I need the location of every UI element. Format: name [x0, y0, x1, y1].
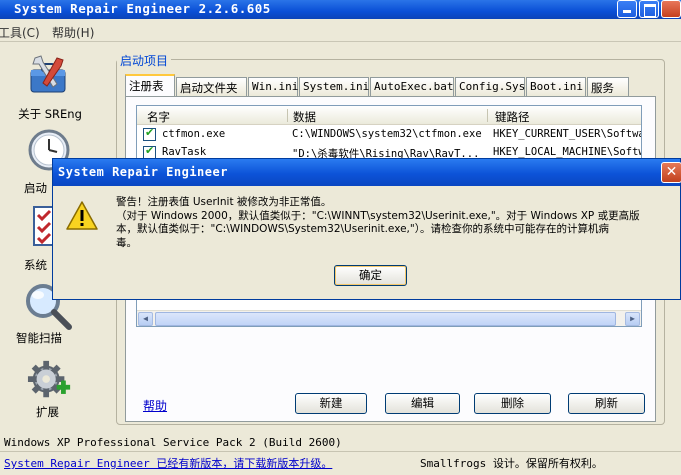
dialog-message-line: 警告！注册表值 UserInit 被修改为非正常值。: [116, 196, 332, 208]
menu-help[interactable]: 帮助(H): [52, 24, 94, 41]
new-button[interactable]: 新建: [295, 393, 367, 414]
warning-icon: [66, 201, 98, 230]
refresh-button[interactable]: 刷新: [568, 393, 645, 414]
row-name: RavTask: [162, 146, 207, 158]
nav-extension[interactable]: 扩展: [10, 358, 90, 422]
list-header: 名字 数据 键路径: [137, 106, 641, 125]
window-title: System Repair Engineer 2.2.6.605: [14, 1, 271, 16]
column-divider[interactable]: [487, 109, 488, 122]
row-data: C:\WINDOWS\system32\ctfmon.exe: [292, 128, 482, 140]
dialog-title-bar[interactable]: System Repair Engineer ✕: [53, 159, 681, 186]
nav-startup-label: 启动: [24, 181, 47, 195]
tab-services[interactable]: 服务: [587, 77, 629, 96]
scroll-thumb[interactable]: [155, 312, 616, 326]
row-key-path: HKEY_LOCAL_MACHINE\Softwa: [493, 146, 642, 158]
update-link[interactable]: System Repair Engineer 已经有新版本，请下载新版本升级。: [4, 457, 332, 470]
tab-config-sys[interactable]: Config.Sys: [455, 77, 525, 96]
gear-plus-icon: [27, 360, 71, 398]
help-link[interactable]: 帮助: [143, 397, 167, 414]
status-divider: [0, 451, 681, 452]
toolbox-icon: [30, 55, 66, 93]
scroll-right-icon[interactable]: ▶: [625, 312, 640, 326]
close-button[interactable]: [661, 0, 681, 18]
scroll-left-icon[interactable]: ◀: [138, 312, 153, 326]
group-title: 启动项目: [117, 52, 172, 69]
dialog-message-line: 毒。: [116, 236, 137, 249]
nav-system-label: 系统: [24, 258, 47, 272]
status-bar: System Repair Engineer 已经有新版本，请下载新版本升级。: [4, 455, 332, 471]
title-bar: System Repair Engineer 2.2.6.605: [0, 0, 681, 19]
list-row[interactable]: ctfmon.exe C:\WINDOWS\system32\ctfmon.ex…: [137, 126, 642, 143]
column-header-name[interactable]: 名字: [147, 109, 170, 125]
horizontal-scrollbar[interactable]: ◀ ▶: [137, 310, 641, 326]
dialog-message-line: （对于 Windows 2000，默认值类似于："C:\WINNT\system…: [116, 209, 640, 222]
dialog-message: 警告！注册表值 UserInit 被修改为非正常值。 （对于 Windows 2…: [116, 196, 681, 250]
dialog-close-button[interactable]: ✕: [661, 162, 681, 183]
row-checkbox[interactable]: [143, 126, 156, 141]
nav-about[interactable]: 关于 SREng: [10, 54, 90, 122]
nav-extension-label: 扩展: [36, 405, 59, 419]
column-divider[interactable]: [287, 109, 288, 122]
row-name: ctfmon.exe: [162, 128, 226, 140]
tab-startup-folder[interactable]: 启动文件夹: [176, 77, 247, 96]
os-info: Windows XP Professional Service Pack 2 (…: [4, 436, 342, 449]
nav-about-label: 关于 SREng: [18, 107, 82, 121]
nav-smart-scan-label: 智能扫描: [16, 331, 62, 345]
ok-button[interactable]: 确定: [334, 265, 407, 286]
menu-bar: 工具(C) 帮助(H): [0, 20, 681, 42]
dialog-message-line: 本，默认值类似于："C:\WINDOWS\System32\Userinit.e…: [116, 223, 609, 235]
column-header-data[interactable]: 数据: [293, 109, 316, 125]
tab-boot-ini[interactable]: Boot.ini: [526, 77, 586, 96]
tab-win-ini[interactable]: Win.ini: [248, 77, 298, 96]
menu-tools[interactable]: 工具(C): [0, 24, 40, 41]
tab-system-ini[interactable]: System.ini: [299, 77, 369, 96]
tab-strip: 注册表 启动文件夹 Win.ini System.ini AutoExec.ba…: [125, 74, 655, 97]
maximize-button[interactable]: [639, 0, 659, 18]
tab-registry[interactable]: 注册表: [125, 74, 175, 97]
edit-button[interactable]: 编辑: [385, 393, 460, 414]
minimize-button[interactable]: [617, 0, 637, 18]
warning-dialog: System Repair Engineer ✕ 警告！注册表值 UserIni…: [52, 158, 681, 300]
row-key-path: HKEY_CURRENT_USER\Softwa: [493, 128, 642, 140]
tab-autoexec-bat[interactable]: AutoExec.bat: [370, 77, 454, 96]
copyright-text: Smallfrogs 设计。保留所有权利。: [420, 457, 603, 470]
delete-button[interactable]: 删除: [474, 393, 551, 414]
column-header-key-path[interactable]: 键路径: [495, 109, 530, 125]
dialog-title: System Repair Engineer: [58, 165, 228, 179]
